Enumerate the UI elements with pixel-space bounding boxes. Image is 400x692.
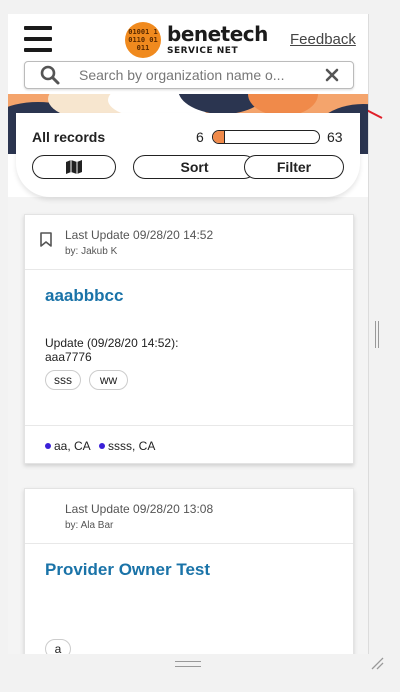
- service-tag[interactable]: ww: [89, 370, 128, 390]
- hamburger-menu-icon[interactable]: [24, 26, 52, 52]
- app-viewport: 01001 10110 01011 benetech SERVICE NET F…: [8, 14, 369, 654]
- logo-mark-icon: 01001 10110 01011: [125, 22, 161, 58]
- location-dot-icon: [45, 443, 51, 449]
- all-records-label: All records: [32, 129, 106, 145]
- search-input[interactable]: [79, 67, 291, 83]
- search-icon[interactable]: [39, 64, 61, 86]
- records-range-slider[interactable]: [212, 130, 320, 144]
- panel-resize-handle[interactable]: [375, 321, 379, 348]
- records-range-max: 63: [327, 129, 343, 145]
- records-list[interactable]: Last Update 09/28/20 14:52 by: Jakub K a…: [8, 197, 368, 654]
- location-label: ssss, CA: [108, 439, 156, 453]
- resize-grip-icon[interactable]: [370, 656, 384, 670]
- logo-sub-text: SERVICE NET: [167, 45, 239, 56]
- update-note-line: Update (09/28/20 14:52):: [45, 336, 179, 350]
- filter-button[interactable]: Filter: [244, 155, 344, 179]
- record-card-footer: aa, CA ssss, CA: [25, 425, 353, 464]
- record-card[interactable]: Last Update 09/28/20 14:52 by: Jakub K a…: [24, 214, 354, 464]
- record-card-header: Last Update 09/28/20 13:08 by: Ala Bar: [25, 489, 353, 544]
- bottom-resize-handle[interactable]: [175, 661, 201, 667]
- logo-main-text: benetech: [167, 21, 268, 46]
- updated-by-text: by: Ala Bar: [65, 520, 114, 531]
- update-note-line: aaa7776: [45, 350, 92, 364]
- location-label: aa, CA: [54, 439, 91, 453]
- updated-by-text: by: Jakub K: [65, 246, 118, 257]
- service-tag[interactable]: a: [45, 639, 71, 654]
- last-update-text: Last Update 09/28/20 14:52: [65, 228, 214, 242]
- search-bar: [24, 61, 354, 89]
- location-item: ssss, CA: [99, 439, 155, 453]
- last-update-text: Last Update 09/28/20 13:08: [65, 502, 214, 516]
- sort-button[interactable]: Sort: [133, 155, 256, 179]
- app-header: 01001 10110 01011 benetech SERVICE NET F…: [8, 14, 368, 94]
- service-tag[interactable]: sss: [45, 370, 81, 390]
- bookmark-icon[interactable]: [40, 232, 52, 247]
- logo-text: benetech SERVICE NET: [167, 24, 268, 57]
- clear-search-icon[interactable]: [325, 68, 339, 82]
- record-title-link[interactable]: aaabbbcc: [45, 286, 123, 306]
- location-item: aa, CA: [45, 439, 91, 453]
- feedback-link[interactable]: Feedback: [290, 31, 356, 48]
- location-dot-icon: [99, 443, 105, 449]
- record-title-link[interactable]: Provider Owner Test: [45, 560, 210, 580]
- records-range-slider-fill: [213, 131, 225, 143]
- records-range-min: 6: [196, 129, 204, 145]
- map-icon: [66, 160, 82, 174]
- record-card-header: Last Update 09/28/20 14:52 by: Jakub K: [25, 215, 353, 270]
- record-card[interactable]: Last Update 09/28/20 13:08 by: Ala Bar P…: [24, 488, 354, 654]
- map-view-button[interactable]: [32, 155, 116, 179]
- records-controls: All records 6 63 Sort Filter: [16, 113, 360, 197]
- benetech-logo[interactable]: 01001 10110 01011 benetech SERVICE NET: [125, 22, 268, 58]
